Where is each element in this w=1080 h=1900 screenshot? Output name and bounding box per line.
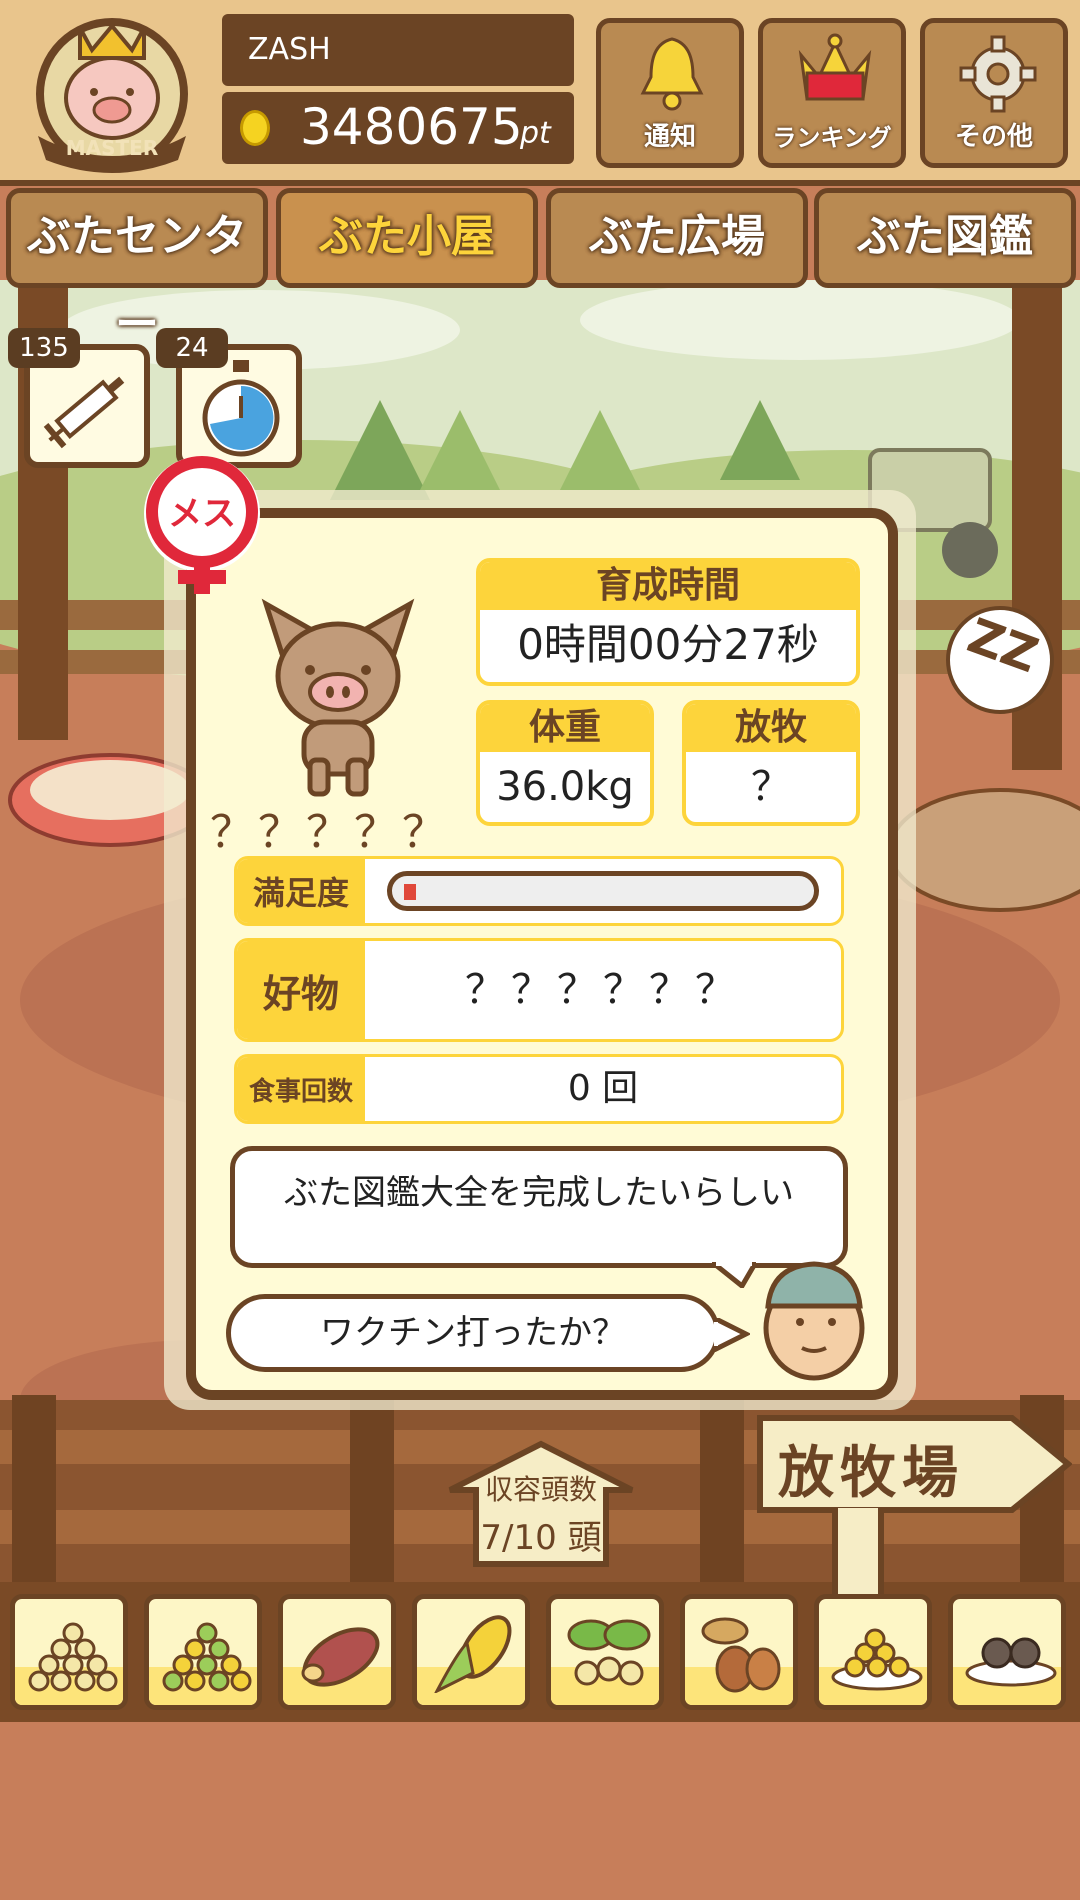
- meals-label: 食事回数: [237, 1057, 365, 1121]
- farmer-speech-bubble: ワクチン打ったか？: [226, 1294, 720, 1372]
- satisfaction-label: 満足度: [237, 859, 365, 923]
- raising-time-label: 育成時間: [480, 562, 856, 610]
- acorn-icon: [701, 1617, 781, 1693]
- points-value: 3480675: [300, 98, 523, 156]
- stopwatch-icon: [202, 360, 280, 457]
- raising-time-value: 0時間00分27秒: [517, 620, 819, 669]
- master-badge[interactable]: MASTER: [20, 8, 204, 176]
- farmer-face-icon[interactable]: [752, 1252, 876, 1382]
- capacity-value: 7/10 頭: [480, 1518, 602, 1558]
- tab-pig-pen[interactable]: ぶた小屋: [276, 188, 538, 288]
- plate-truffle-icon: [965, 1637, 1057, 1687]
- tab-pig-encyclopedia[interactable]: ぶた図鑑: [814, 188, 1076, 288]
- tab-pig-plaza[interactable]: ぶた広場: [546, 188, 808, 288]
- pig-thought-bubble: ぶた図鑑大全を完成したいらしい: [230, 1146, 848, 1268]
- top-header: MASTER ZASH 3480675 pt 通知 ランキング その他: [0, 0, 1080, 186]
- crown-icon: [798, 33, 872, 101]
- favorite-value: ？？？？？？: [465, 967, 741, 1013]
- points-plate: 3480675 pt: [222, 92, 574, 164]
- tab-pig-center[interactable]: ぶたセンター: [6, 188, 268, 350]
- plate-beans-icon: [831, 1628, 923, 1691]
- timer-count-badge: 24: [156, 328, 228, 368]
- grazing-box: 放牧 ？: [682, 700, 860, 826]
- weight-label: 体重: [480, 704, 650, 752]
- pasture-sign-label: 放牧場: [778, 1441, 964, 1506]
- leaf-beans-icon: [567, 1619, 651, 1686]
- food-slot-6[interactable]: [680, 1594, 798, 1710]
- sex-label: メス: [168, 494, 236, 534]
- ranking-label: ランキング: [772, 124, 892, 152]
- grain-pile-icon: [28, 1622, 118, 1692]
- food-slot-1[interactable]: [10, 1594, 128, 1710]
- username: ZASH: [248, 32, 331, 67]
- favorite-label: 好物: [237, 941, 365, 1039]
- grazing-value: ？: [751, 764, 791, 810]
- gear-icon: [959, 35, 1037, 113]
- raising-time-box: 育成時間 0時間00分27秒: [476, 558, 860, 686]
- bell-icon: [640, 37, 704, 111]
- tab-label: ぶた小屋: [319, 211, 495, 262]
- capacity-label: 収容頭数: [484, 1473, 597, 1506]
- satisfaction-fill: [404, 884, 416, 900]
- sweet-potato-icon: [301, 1627, 380, 1687]
- weight-box: 体重 36.0kg: [476, 700, 654, 826]
- mixed-grain-icon: [162, 1622, 252, 1692]
- coin-icon: [240, 110, 270, 146]
- bubble-tail-icon: [712, 1262, 756, 1288]
- notification-label: 通知: [643, 122, 696, 152]
- pasture-sign-button[interactable]: 放牧場: [756, 1414, 1072, 1514]
- meal-count-row: 食事回数 0 回: [234, 1054, 844, 1124]
- pig-name: ？？？？？: [210, 807, 450, 858]
- satisfaction-row: 満足度: [234, 856, 844, 926]
- pig-thought-text: ぶた図鑑大全を完成したいらしい: [284, 1173, 794, 1213]
- speech-tail-icon: [714, 1318, 750, 1352]
- food-slot-7[interactable]: [814, 1594, 932, 1710]
- favorite-food-row: 好物 ？？？？？？: [234, 938, 844, 1042]
- food-slot-3[interactable]: [278, 1594, 396, 1710]
- female-sex-badge: メス: [140, 452, 264, 598]
- meals-value: 0 回: [567, 1068, 639, 1109]
- corn-icon: [434, 1615, 512, 1693]
- farmer-speech-text: ワクチン打ったか？: [320, 1313, 626, 1353]
- tab-label: ぶた広場: [589, 211, 765, 262]
- food-slot-8[interactable]: [948, 1594, 1066, 1710]
- food-slot-2[interactable]: [144, 1594, 262, 1710]
- syringe-icon: [43, 376, 125, 449]
- username-plate: ZASH: [222, 14, 574, 86]
- food-slot-4[interactable]: [412, 1594, 530, 1710]
- sign-post: [832, 1508, 884, 1594]
- capacity-sign: 収容頭数 7/10 頭: [446, 1440, 636, 1568]
- other-settings-button[interactable]: その他: [920, 18, 1068, 168]
- food-slot-5[interactable]: [546, 1594, 664, 1710]
- satisfaction-bar: [387, 871, 819, 911]
- grazing-label: 放牧: [686, 704, 856, 752]
- syringe-count-badge: 135: [8, 328, 80, 368]
- ranking-button[interactable]: ランキング: [758, 18, 906, 168]
- notification-button[interactable]: 通知: [596, 18, 744, 168]
- other-settings-label: その他: [954, 122, 1033, 152]
- piglet-icon: [261, 598, 415, 797]
- points-unit: pt: [520, 116, 551, 151]
- tab-label: ぶた図鑑: [857, 211, 1033, 262]
- badge-label: MASTER: [65, 136, 159, 160]
- weight-value: 36.0kg: [496, 764, 634, 810]
